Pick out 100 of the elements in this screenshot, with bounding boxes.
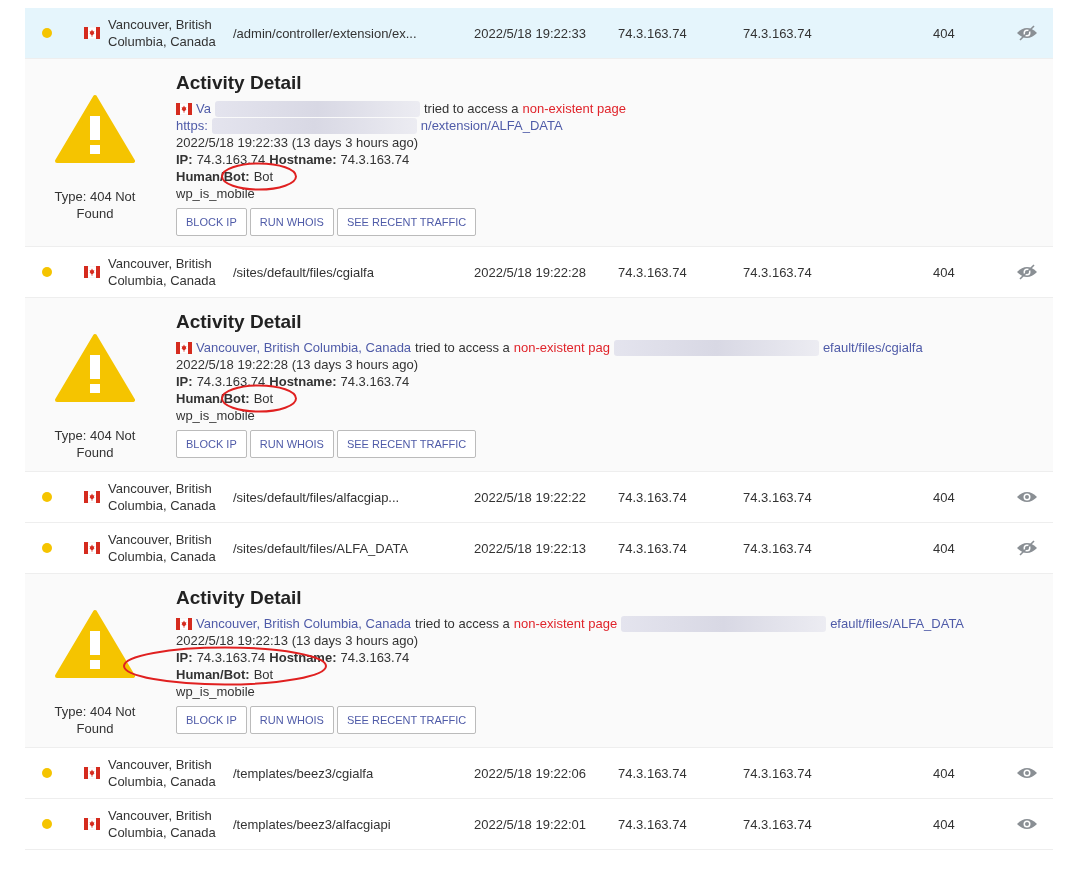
time-text: 2022/5/18 19:22:01: [474, 816, 588, 832]
human-bot-text: Human/Bot: Bot: [176, 666, 275, 683]
status-code: 404: [933, 765, 956, 781]
type-text: Type: 404 Not Found: [53, 427, 137, 461]
status-code: 404: [933, 264, 956, 280]
eye-slash-icon[interactable]: [1015, 25, 1038, 41]
status-dot: [42, 492, 52, 502]
location-text: Vancouver, British Columbia, Canada: [108, 807, 217, 841]
eye-icon[interactable]: [1015, 766, 1038, 780]
link[interactable]: n/extension/ALFA_DATA: [420, 117, 563, 134]
time-text: 2022/5/18 19:22:33: [474, 25, 588, 41]
action-button[interactable]: RUN WHOIS: [249, 706, 334, 734]
link[interactable]: efault/files/ALFA_DATA: [830, 615, 965, 632]
time-text: 2022/5/18 19:22:13: [474, 540, 588, 556]
action-button[interactable]: SEE RECENT TRAFFIC: [336, 706, 477, 734]
status-dot: [42, 819, 52, 829]
ip-text: 74.3.163.74: [618, 25, 688, 41]
canada-flag-icon: [176, 341, 192, 354]
traffic-row[interactable]: Vancouver, British Columbia, Canada /templates/beez3/alfacgiapi 2022/5/18 19:22:01 74.3.163.74 74.3.163.74 404: [25, 799, 1053, 850]
ip-hostname-text: IP: 74.3.163.74 Hostname: 74.3.163.74: [176, 373, 411, 390]
time-text: 2022/5/18 19:22:22: [474, 489, 588, 505]
canada-flag-icon: [176, 617, 192, 630]
traffic-row[interactable]: Vancouver, British Columbia, Canada /sites/default/files/alfacgiap... 2022/5/18 19:22:22 74.3.163.74 74.3.163.74 404: [25, 472, 1053, 523]
status-code: 404: [933, 540, 956, 556]
hostname-text: 74.3.163.74: [743, 25, 813, 41]
alert-link[interactable]: non-existent page: [513, 615, 618, 632]
alert-link[interactable]: non-existent pag: [513, 339, 610, 356]
action-button[interactable]: BLOCK IP: [176, 208, 247, 236]
canada-flag-icon: [84, 491, 100, 503]
action-button[interactable]: SEE RECENT TRAFFIC: [336, 208, 477, 236]
ip-text: 74.3.163.74: [618, 264, 688, 280]
date-text: 2022/5/18 19:22:33 (13 days 3 hours ago): [176, 134, 420, 151]
action-button[interactable]: SEE RECENT TRAFFIC: [336, 430, 477, 458]
action-button[interactable]: RUN WHOIS: [249, 430, 334, 458]
warning-icon: [55, 94, 135, 164]
url-text: /sites/default/files/alfacgiap...: [233, 489, 401, 505]
canada-flag-icon: [84, 27, 100, 39]
location-text: Vancouver, British Columbia, Canada: [108, 16, 217, 50]
status-dot: [42, 28, 52, 38]
status-code: 404: [933, 816, 956, 832]
message-text: tried to access a: [423, 100, 519, 117]
hostname-text: 74.3.163.74: [743, 489, 813, 505]
url-text: /templates/beez3/cgialfa: [233, 765, 375, 781]
location-text: Vancouver, British Columbia, Canada: [108, 255, 217, 289]
traffic-row[interactable]: Vancouver, British Columbia, Canada /admin/controller/extension/ex... 2022/5/18 19:22:33 74.3.163.74 74.3.163.74 404: [25, 8, 1053, 59]
link[interactable]: Vancouver, British Columbia, Canada: [196, 615, 412, 632]
status-dot: [42, 768, 52, 778]
canada-flag-icon: [84, 542, 100, 554]
time-text: 2022/5/18 19:22:28: [474, 264, 588, 280]
ip-text: 74.3.163.74: [618, 765, 688, 781]
status-code: 404: [933, 25, 956, 41]
action-button[interactable]: RUN WHOIS: [249, 208, 334, 236]
ip-hostname-text: IP: 74.3.163.74 Hostname: 74.3.163.74: [176, 151, 411, 168]
link[interactable]: efault/files/cgialfa: [822, 339, 923, 356]
location-text: Vancouver, British Columbia, Canada: [108, 480, 217, 514]
traffic-row[interactable]: Vancouver, British Columbia, Canada /templates/beez3/cgialfa 2022/5/18 19:22:06 74.3.163.74 74.3.163.74 404: [25, 748, 1053, 799]
eye-slash-icon[interactable]: [1015, 264, 1038, 280]
eye-icon[interactable]: [1015, 817, 1038, 831]
hostname-text: 74.3.163.74: [743, 765, 813, 781]
alert-link[interactable]: non-existent page: [522, 100, 626, 117]
canada-flag-icon: [84, 767, 100, 779]
canada-flag-icon: [84, 818, 100, 830]
message-text: tried to access a: [415, 339, 510, 356]
warning-icon: [55, 609, 135, 679]
warning-icon: [55, 333, 135, 403]
ip-text: 74.3.163.74: [618, 540, 688, 556]
canada-flag-icon: [84, 266, 100, 278]
date-text: 2022/5/18 19:22:28 (13 days 3 hours ago): [176, 356, 420, 373]
url-text: /sites/default/files/ALFA_DATA: [233, 540, 410, 556]
note-text: wp_is_mobile: [176, 407, 256, 424]
type-text: Type: 404 Not Found: [53, 188, 137, 222]
detail-title: Activity Detail: [176, 587, 303, 609]
detail-title: Activity Detail: [176, 311, 303, 333]
message-text: tried to access a: [415, 615, 510, 632]
url-text: /templates/beez3/alfacgiapi: [233, 816, 392, 832]
status-dot: [42, 267, 52, 277]
note-text: wp_is_mobile: [176, 185, 256, 202]
location-text: Vancouver, British Columbia, Canada: [108, 531, 217, 565]
link[interactable]: Va: [196, 100, 211, 117]
status-dot: [42, 543, 52, 553]
eye-icon[interactable]: [1015, 490, 1038, 504]
note-text: wp_is_mobile: [176, 683, 256, 700]
date-text: 2022/5/18 19:22:13 (13 days 3 hours ago): [176, 632, 420, 649]
url-text: /sites/default/files/cgialfa: [233, 264, 375, 280]
ip-text: 74.3.163.74: [618, 489, 688, 505]
link[interactable]: Vancouver, British Columbia, Canada: [196, 339, 412, 356]
url-text: /admin/controller/extension/ex...: [233, 25, 418, 41]
status-code: 404: [933, 489, 956, 505]
type-text: Type: 404 Not Found: [53, 703, 137, 737]
action-button[interactable]: BLOCK IP: [176, 430, 247, 458]
location-text: Vancouver, British Columbia, Canada: [108, 756, 217, 790]
ip-text: 74.3.163.74: [618, 816, 688, 832]
hostname-text: 74.3.163.74: [743, 540, 813, 556]
eye-slash-icon[interactable]: [1015, 540, 1038, 556]
hostname-text: 74.3.163.74: [743, 264, 813, 280]
action-button[interactable]: BLOCK IP: [176, 706, 247, 734]
detail-title: Activity Detail: [176, 72, 303, 94]
time-text: 2022/5/18 19:22:06: [474, 765, 588, 781]
hostname-text: 74.3.163.74: [743, 816, 813, 832]
link[interactable]: https:: [176, 117, 208, 134]
